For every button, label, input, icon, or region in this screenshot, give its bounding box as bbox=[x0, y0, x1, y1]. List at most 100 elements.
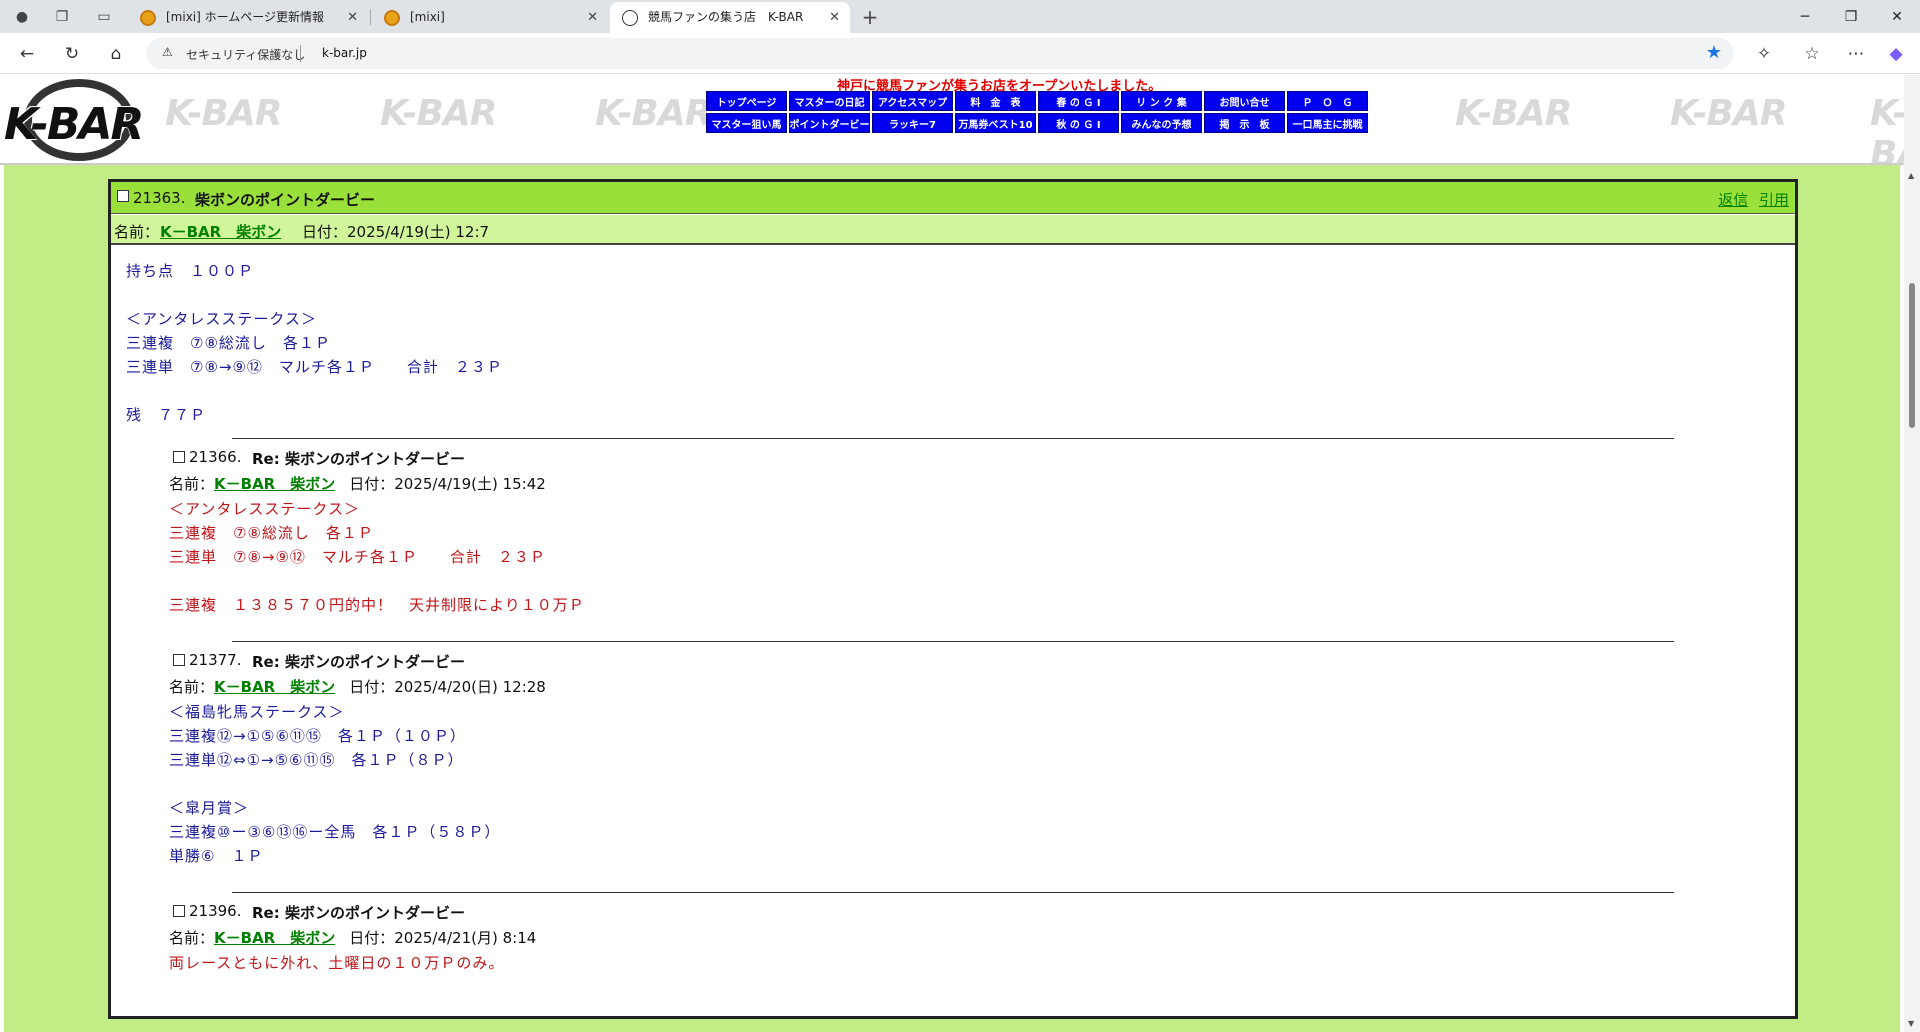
close-icon[interactable]: ✕ bbox=[587, 2, 598, 33]
post-title: 柴ボンのポイントダービー bbox=[195, 191, 376, 209]
window-close-icon[interactable]: ✕ bbox=[1874, 0, 1920, 33]
minimize-icon[interactable]: ─ bbox=[1782, 0, 1828, 33]
bbs-post: 21363. 柴ボンのポイントダービー 返信 引用 名前： K－BAR 柴ボン … bbox=[108, 179, 1798, 1019]
nav-links[interactable]: リ ン ク 集 bbox=[1121, 91, 1202, 111]
back-icon[interactable]: ← bbox=[15, 42, 39, 66]
nav-bbs[interactable]: 掲 示 板 bbox=[1204, 113, 1285, 133]
nav-spring-g1[interactable]: 春 の Ｇ Ⅰ bbox=[1038, 91, 1119, 111]
nav-top[interactable]: トップページ bbox=[706, 91, 787, 111]
nav-master-picks[interactable]: マスター狙い馬 bbox=[706, 113, 787, 133]
post-checkbox[interactable] bbox=[117, 190, 129, 202]
main-nav: トップページ マスターの日記 アクセスマップ 料 金 表 春 の Ｇ Ⅰ リ ン… bbox=[706, 91, 1368, 133]
nav-point-derby[interactable]: ポイントダービー bbox=[789, 113, 870, 133]
reply-number: 21366. bbox=[189, 448, 242, 466]
page-scrollbar[interactable]: ▲ ▼ bbox=[1904, 75, 1920, 1032]
author-link[interactable]: K－BAR 柴ボン bbox=[214, 475, 335, 493]
extensions-icon[interactable]: ✧ bbox=[1752, 42, 1776, 66]
url-text[interactable]: k-bar.jp bbox=[322, 46, 367, 60]
reply-divider bbox=[232, 438, 1674, 439]
quote-link[interactable]: 引用 bbox=[1759, 191, 1789, 209]
reply-meta: 名前：K－BAR 柴ボン 日付：2025/4/19(土) 15:42 bbox=[169, 473, 546, 494]
reply-date: 日付：2025/4/20(日) 12:28 bbox=[349, 678, 546, 696]
tab-mixi[interactable]: [mixi] ✕ bbox=[372, 2, 608, 33]
reply-body: ＜アンタレスステークス＞ 三連複 ⑦⑧総流し 各１Ｐ 三連単 ⑦⑧→⑨⑫ マルチ… bbox=[169, 500, 585, 614]
tab-kbar[interactable]: 競馬ファンの集う店 K-BAR ✕ bbox=[610, 2, 850, 33]
nav-contact[interactable]: お問い合せ bbox=[1204, 91, 1285, 111]
restore-icon[interactable]: ❐ bbox=[1828, 0, 1874, 33]
reload-icon[interactable]: ↻ bbox=[60, 42, 84, 66]
reply-checkbox[interactable] bbox=[173, 654, 185, 666]
nav-access-map[interactable]: アクセスマップ bbox=[872, 91, 953, 111]
watermark: K-BAR bbox=[380, 93, 497, 134]
new-tab-icon[interactable]: + bbox=[860, 5, 880, 29]
name-label: 名前： bbox=[169, 475, 215, 493]
nav-master-diary[interactable]: マスターの日記 bbox=[789, 91, 870, 111]
name-label: 名前： bbox=[114, 223, 160, 241]
body-line: 持ち点 １００Ｐ bbox=[126, 262, 255, 280]
reply-body: ＜福島牝馬ステークス＞ 三連複⑫→①⑤⑥⑪⑮ 各１Ｐ（１０Ｐ） 三連単⑫⇔①→⑤… bbox=[169, 703, 501, 865]
site-logo[interactable]: K-BAR bbox=[4, 79, 150, 161]
body-line: 三連単 ⑦⑧→⑨⑫ マルチ各１Ｐ 合計 ２３Ｐ bbox=[126, 358, 503, 376]
nav-best10[interactable]: 万馬券ベスト10 bbox=[955, 113, 1036, 133]
reply-body: 両レースともに外れ、土曜日の１０万Ｐのみ。 bbox=[169, 954, 505, 972]
reply-meta: 名前：K－BAR 柴ボン 日付：2025/4/20(日) 12:28 bbox=[169, 676, 546, 697]
author-link[interactable]: K－BAR 柴ボン bbox=[214, 929, 335, 947]
favorite-star-icon[interactable]: ★ bbox=[1706, 42, 1722, 63]
globe-icon bbox=[622, 10, 638, 26]
tab-label: [mixi] ホームページ更新情報 bbox=[166, 10, 325, 24]
copilot-icon[interactable]: ◆ bbox=[1884, 42, 1908, 66]
reply-date: 日付：2025/4/19(土) 15:42 bbox=[349, 475, 546, 493]
divider bbox=[300, 45, 301, 62]
tab-separator bbox=[370, 9, 371, 25]
reply-title: Re: 柴ボンのポイントダービー bbox=[252, 904, 465, 922]
home-icon[interactable]: ⌂ bbox=[104, 42, 128, 66]
mixi-favicon-icon bbox=[140, 10, 156, 26]
profile-icon[interactable]: ● bbox=[12, 7, 32, 27]
address-bar[interactable]: ⚠ セキュリティ保護なし k-bar.jp ★ bbox=[146, 38, 1734, 69]
body-line: ＜アンタレスステークス＞ bbox=[126, 310, 317, 328]
scrollbar-thumb[interactable] bbox=[1909, 283, 1915, 428]
security-status[interactable]: セキュリティ保護なし bbox=[186, 46, 305, 63]
close-icon[interactable]: ✕ bbox=[347, 2, 358, 33]
nav-autumn-g1[interactable]: 秋 の Ｇ Ⅰ bbox=[1038, 113, 1119, 133]
post-meta: 名前： K－BAR 柴ボン 日付：2025/4/19(土) 12:7 bbox=[111, 215, 1795, 245]
logo-text: K-BAR bbox=[4, 99, 144, 150]
warning-icon[interactable]: ⚠ bbox=[162, 45, 173, 59]
nav-hitokuchi[interactable]: 一口馬主に挑戦 bbox=[1287, 113, 1368, 133]
reply-divider bbox=[232, 641, 1674, 642]
reply-title: Re: 柴ボンのポイントダービー bbox=[252, 653, 465, 671]
nav-pog[interactable]: Ｐ Ｏ Ｇ bbox=[1287, 91, 1368, 111]
watermark: K-BAR bbox=[165, 93, 282, 134]
post-date: 日付：2025/4/19(土) 12:7 bbox=[302, 223, 490, 241]
nav-price-list[interactable]: 料 金 表 bbox=[955, 91, 1036, 111]
reply-checkbox[interactable] bbox=[173, 905, 185, 917]
close-icon[interactable]: ✕ bbox=[829, 2, 840, 33]
page-viewport: K-BAR K-BAR K-BAR K-BAR K-BAR K-BAR K-BA… bbox=[0, 75, 1920, 1032]
site-header: K-BAR K-BAR K-BAR K-BAR K-BAR K-BAR K-BA… bbox=[0, 75, 1920, 175]
workspaces-icon[interactable]: ❐ bbox=[52, 7, 72, 27]
name-label: 名前： bbox=[169, 678, 215, 696]
nav-lucky7[interactable]: ラッキー7 bbox=[872, 113, 953, 133]
scroll-down-icon[interactable]: ▼ bbox=[1908, 1019, 1914, 1028]
more-icon[interactable]: ⋯ bbox=[1844, 42, 1868, 66]
author-link[interactable]: K－BAR 柴ボン bbox=[214, 678, 335, 696]
favorites-icon[interactable]: ☆ bbox=[1800, 42, 1824, 66]
watermark: K-BAR bbox=[1670, 93, 1787, 134]
tab-mixi-updates[interactable]: [mixi] ホームページ更新情報 ✕ bbox=[128, 2, 368, 33]
watermark: K-BAR bbox=[1455, 93, 1572, 134]
mixi-favicon-icon bbox=[384, 10, 400, 26]
tab-actions-icon[interactable]: ▭ bbox=[94, 7, 114, 27]
reply-link[interactable]: 返信 bbox=[1718, 191, 1748, 209]
tab-bar: ● ❐ ▭ [mixi] ホームページ更新情報 ✕ [mixi] ✕ 競馬ファン… bbox=[0, 0, 1920, 33]
scroll-up-icon[interactable]: ▲ bbox=[1908, 171, 1914, 180]
post-number: 21363. bbox=[133, 189, 186, 207]
toolbar: ← ↻ ⌂ ⚠ セキュリティ保護なし k-bar.jp ★ ✧ ☆ ⋯ ◆ bbox=[0, 33, 1920, 74]
watermark: K-BAR bbox=[595, 93, 712, 134]
nav-everyone-predictions[interactable]: みんなの予想 bbox=[1121, 113, 1202, 133]
author-link[interactable]: K－BAR 柴ボン bbox=[160, 221, 281, 242]
tab-label: [mixi] bbox=[410, 10, 445, 24]
reply-checkbox[interactable] bbox=[173, 451, 185, 463]
reply-title: Re: 柴ボンのポイントダービー bbox=[252, 450, 465, 468]
reply-meta: 名前：K－BAR 柴ボン 日付：2025/4/21(月) 8:14 bbox=[169, 927, 536, 948]
name-label: 名前： bbox=[169, 929, 215, 947]
